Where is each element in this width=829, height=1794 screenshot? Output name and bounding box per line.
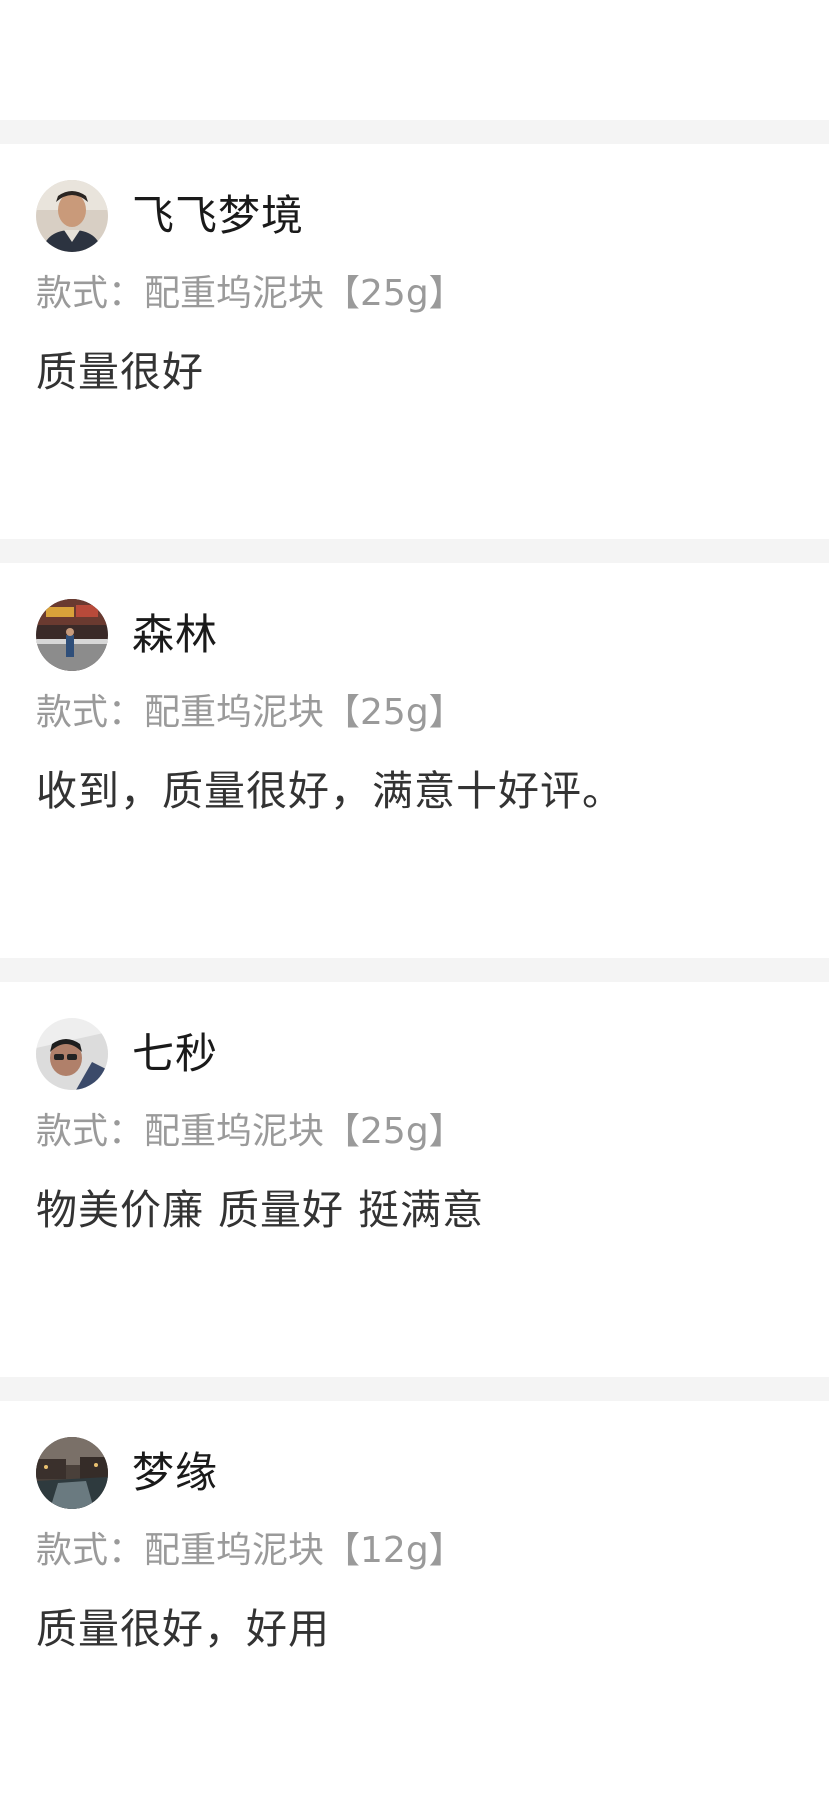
review-header: 七秒 [36,1018,218,1090]
username: 森林 [132,610,219,659]
user-avatar-icon[interactable] [36,599,108,671]
review-header: 梦缘 [36,1437,218,1509]
style-value: 配重坞泥块【12g】 [144,1530,465,1571]
user-avatar-icon[interactable] [36,1018,108,1090]
product-style: 款式：配重坞泥块【25g】 [36,1114,465,1150]
user-avatar-icon[interactable] [36,180,108,252]
review-text: 质量很好 [36,348,204,396]
top-blank-area [0,0,829,120]
review-text: 物美价廉 质量好 挺满意 [36,1186,485,1234]
style-value: 配重坞泥块【25g】 [144,692,465,733]
username: 梦缘 [132,1448,219,1497]
style-label: 款式： [36,1530,145,1571]
section-divider [0,1377,829,1401]
username: 飞飞梦境 [132,191,305,240]
section-divider [0,958,829,982]
review-list-page: 飞飞梦境 款式：配重坞泥块【25g】 质量很好 森林 款式：配重坞泥块【25g】… [0,0,829,1794]
user-avatar-icon[interactable] [36,1437,108,1509]
username: 七秒 [132,1029,219,1078]
product-style: 款式：配重坞泥块【25g】 [36,276,465,312]
section-divider [0,539,829,563]
style-label: 款式： [36,692,145,733]
review-card[interactable]: 七秒 款式：配重坞泥块【25g】 物美价廉 质量好 挺满意 [0,982,829,1377]
style-value: 配重坞泥块【25g】 [144,1111,465,1152]
style-value: 配重坞泥块【25g】 [144,273,465,314]
review-text: 收到，质量很好，满意十好评。 [36,767,624,815]
review-header: 森林 [36,599,218,671]
review-text: 质量很好，好用 [36,1605,330,1653]
review-header: 飞飞梦境 [36,180,304,252]
review-card[interactable]: 森林 款式：配重坞泥块【25g】 收到，质量很好，满意十好评。 [0,563,829,958]
style-label: 款式： [36,273,145,314]
product-style: 款式：配重坞泥块【12g】 [36,1533,465,1569]
style-label: 款式： [36,1111,145,1152]
section-divider [0,120,829,144]
review-card[interactable]: 梦缘 款式：配重坞泥块【12g】 质量很好，好用 [0,1401,829,1794]
review-card[interactable]: 飞飞梦境 款式：配重坞泥块【25g】 质量很好 [0,144,829,539]
product-style: 款式：配重坞泥块【25g】 [36,695,465,731]
